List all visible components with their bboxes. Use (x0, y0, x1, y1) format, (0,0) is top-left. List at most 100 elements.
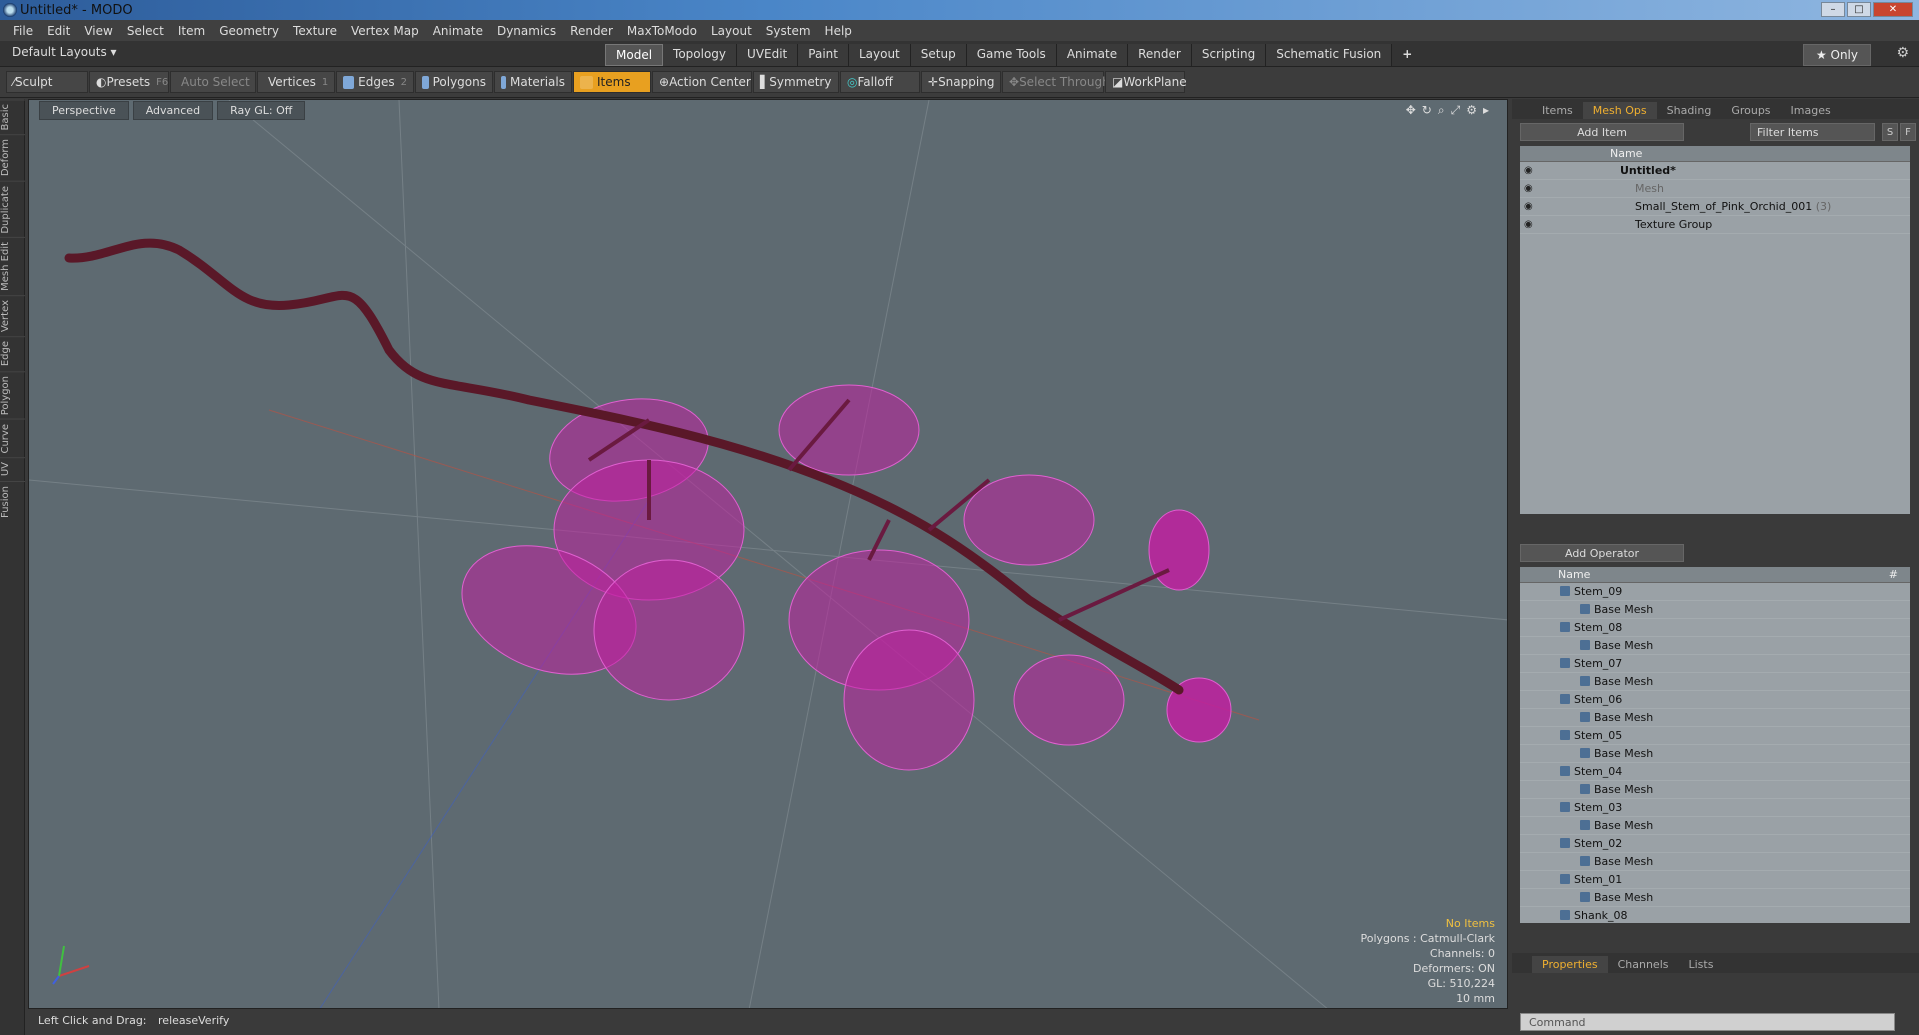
left-tab-vertex[interactable]: Vertex (0, 295, 25, 337)
list-item[interactable]: Stem_08 (1520, 619, 1910, 637)
eye-icon[interactable]: ◉ (1524, 219, 1536, 231)
menu-animate[interactable]: Animate (426, 24, 490, 38)
perspective-button[interactable]: Perspective (39, 100, 129, 120)
filter-items-input[interactable]: Filter Items (1750, 123, 1875, 141)
symmetry-button[interactable]: ▌ Symmetry (753, 71, 839, 93)
tab-items[interactable]: Items (1532, 102, 1583, 119)
menu-texture[interactable]: Texture (286, 24, 344, 38)
left-tab-curve[interactable]: Curve (0, 418, 25, 458)
tab-topology[interactable]: Topology (663, 44, 738, 66)
viewport-gear-icon[interactable]: ⚙ (1466, 103, 1477, 118)
zoom-icon[interactable]: ⌕ (1438, 103, 1445, 118)
close-button[interactable]: ✕ (1873, 2, 1913, 17)
list-item[interactable]: Stem_09 (1520, 583, 1910, 601)
edges-button[interactable]: Edges 2 (336, 71, 414, 93)
list-item[interactable]: ◉ Small_Stem_of_Pink_Orchid_001 (3) (1520, 198, 1910, 216)
list-item[interactable]: Stem_07 (1520, 655, 1910, 673)
menu-geometry[interactable]: Geometry (212, 24, 286, 38)
fit-icon[interactable]: ⤢ (1451, 103, 1461, 118)
viewport-arrow-icon[interactable]: ▸ (1483, 103, 1489, 118)
add-operator-button[interactable]: Add Operator (1520, 544, 1684, 562)
left-tab-deform[interactable]: Deform (0, 134, 25, 181)
tab-mesh-ops[interactable]: Mesh Ops (1582, 102, 1657, 119)
list-item[interactable]: Base Mesh (1520, 781, 1910, 799)
filter-f-button[interactable]: F (1900, 123, 1916, 141)
materials-button[interactable]: Materials (494, 71, 572, 93)
menu-view[interactable]: View (77, 24, 119, 38)
list-item[interactable]: Base Mesh (1520, 853, 1910, 871)
list-item[interactable]: ◉ Texture Group (1520, 216, 1910, 234)
tab-animate[interactable]: Animate (1056, 44, 1129, 66)
left-tab-mesh-edit[interactable]: Mesh Edit (0, 237, 25, 296)
tab-model[interactable]: Model (605, 44, 664, 66)
tab-uvedit[interactable]: UVEdit (737, 44, 799, 66)
tab-render[interactable]: Render (1128, 44, 1192, 66)
tab-layout[interactable]: Layout (848, 44, 911, 66)
tab-lists[interactable]: Lists (1679, 956, 1724, 973)
left-tab-duplicate[interactable]: Duplicate (0, 180, 25, 238)
maximize-button[interactable]: □ (1847, 2, 1871, 17)
polygons-button[interactable]: Polygons (415, 71, 493, 93)
tab-images[interactable]: Images (1781, 102, 1841, 119)
tab-properties[interactable]: Properties (1532, 956, 1608, 973)
3d-viewport[interactable]: Perspective Advanced Ray GL: Off ✥ ↻ ⌕ ⤢… (28, 99, 1508, 1009)
presets-button[interactable]: ◐ Presets F6 (89, 71, 169, 93)
gear-icon[interactable]: ⚙ (1896, 45, 1909, 61)
left-tab-uv[interactable]: UV (0, 457, 25, 481)
list-item[interactable]: Stem_03 (1520, 799, 1910, 817)
menu-layout[interactable]: Layout (704, 24, 759, 38)
tab-game-tools[interactable]: Game Tools (966, 44, 1057, 66)
menu-render[interactable]: Render (563, 24, 620, 38)
only-toggle[interactable]: ★ Only (1802, 44, 1871, 66)
items-button[interactable]: Items (573, 71, 651, 93)
select-through-button[interactable]: ✥ Select Through (1002, 71, 1110, 93)
list-item[interactable]: ◉ Untitled* (1520, 162, 1910, 180)
menu-vertex-map[interactable]: Vertex Map (344, 24, 426, 38)
list-item[interactable]: Stem_01 (1520, 871, 1910, 889)
tab-paint[interactable]: Paint (798, 44, 849, 66)
default-layouts-dropdown[interactable]: Default Layouts ▾ (12, 45, 117, 59)
menu-item[interactable]: Item (171, 24, 212, 38)
advanced-button[interactable]: Advanced (132, 100, 214, 120)
list-item[interactable]: Base Mesh (1520, 637, 1910, 655)
list-item[interactable]: Shank_08 (1520, 907, 1910, 923)
tab-setup[interactable]: Setup (910, 44, 967, 66)
raygl-button[interactable]: Ray GL: Off (217, 100, 306, 120)
list-item[interactable]: Base Mesh (1520, 673, 1910, 691)
auto-select-button[interactable]: Auto Select (170, 71, 256, 93)
menu-file[interactable]: File (6, 24, 40, 38)
pan-icon[interactable]: ✥ (1406, 103, 1416, 118)
list-item[interactable]: Base Mesh (1520, 817, 1910, 835)
command-input[interactable]: Command (1520, 1013, 1895, 1031)
menu-system[interactable]: System (759, 24, 818, 38)
add-tab-button[interactable]: + (1392, 44, 1422, 66)
list-item[interactable]: Stem_06 (1520, 691, 1910, 709)
left-tab-edge[interactable]: Edge (0, 336, 25, 371)
list-item[interactable]: Base Mesh (1520, 889, 1910, 907)
list-item[interactable]: Base Mesh (1520, 709, 1910, 727)
rotate-icon[interactable]: ↻ (1422, 103, 1432, 118)
list-item[interactable]: Stem_05 (1520, 727, 1910, 745)
filter-s-button[interactable]: S (1882, 123, 1898, 141)
tab-channels[interactable]: Channels (1608, 956, 1679, 973)
menu-help[interactable]: Help (818, 24, 859, 38)
menu-select[interactable]: Select (120, 24, 171, 38)
list-item[interactable]: Base Mesh (1520, 601, 1910, 619)
falloff-button[interactable]: ◎ Falloff (840, 71, 920, 93)
sculpt-button[interactable]: ⁄ Sculpt (6, 71, 88, 93)
tab-shading[interactable]: Shading (1657, 102, 1722, 119)
left-tab-polygon[interactable]: Polygon (0, 370, 25, 419)
action-center-button[interactable]: ⊕ Action Center (652, 71, 752, 93)
tab-scripting[interactable]: Scripting (1191, 44, 1267, 66)
vertices-button[interactable]: Vertices 1 (257, 71, 335, 93)
snapping-button[interactable]: ✛ Snapping (921, 71, 1001, 93)
minimize-button[interactable]: – (1821, 2, 1845, 17)
list-item[interactable]: Base Mesh (1520, 745, 1910, 763)
eye-icon[interactable]: ◉ (1524, 183, 1536, 195)
eye-icon[interactable]: ◉ (1524, 201, 1536, 213)
list-item[interactable]: Stem_02 (1520, 835, 1910, 853)
left-tab-fusion[interactable]: Fusion (0, 480, 25, 522)
list-item[interactable]: Stem_04 (1520, 763, 1910, 781)
menu-edit[interactable]: Edit (40, 24, 77, 38)
menu-maxtomodo[interactable]: MaxToModo (620, 24, 704, 38)
